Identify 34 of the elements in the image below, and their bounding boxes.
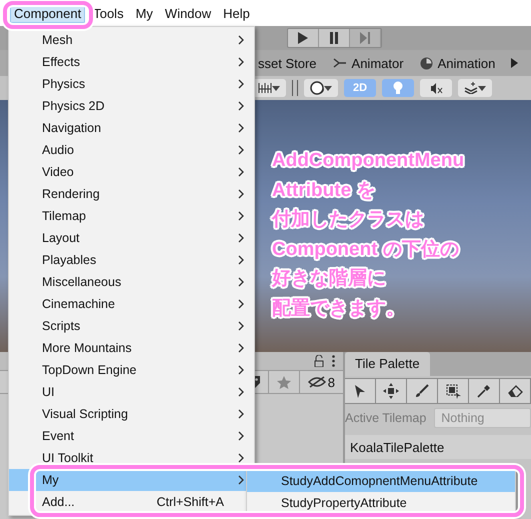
- hidden-count: 8: [328, 374, 335, 390]
- menu-item[interactable]: Audio: [9, 139, 254, 161]
- editor-tab[interactable]: sset Store: [258, 56, 317, 70]
- menu-item[interactable]: Layout: [9, 227, 254, 249]
- editor-tab[interactable]: Animation: [420, 56, 496, 70]
- menu-item[interactable]: Video: [9, 161, 254, 183]
- menu-item[interactable]: Cinemachine: [9, 293, 254, 315]
- menu-item[interactable]: StudyAddComopnentMenuAttribute: [247, 470, 515, 492]
- menu-item[interactable]: Visual Scripting: [9, 403, 254, 425]
- menu-item[interactable]: UI: [9, 381, 254, 403]
- field-label: Active Tilemap: [345, 411, 426, 425]
- tile-palette-tab[interactable]: Tile Palette: [345, 352, 430, 376]
- palette-dropdown[interactable]: KoalaTilePalette: [345, 435, 531, 459]
- menu-item[interactable]: UI Toolkit: [9, 447, 254, 469]
- annotation-text: AddComponentMenu Attribute を 付加したクラスは Component の下位の 好きな階層に 配置できます。: [272, 149, 464, 320]
- menu-bar-item[interactable]: Window: [160, 4, 216, 22]
- menu-item[interactable]: TopDown Engine: [9, 359, 254, 381]
- menu-item[interactable]: Event: [9, 425, 254, 447]
- menu-bar-item[interactable]: My: [132, 4, 157, 22]
- menu-item[interactable]: Tilemap: [9, 205, 254, 227]
- hidden-count-button[interactable]: 8: [298, 371, 343, 393]
- shortcut-label: Ctrl+Shift+A: [156, 495, 224, 509]
- editor-tab[interactable]: Animator: [332, 56, 404, 70]
- menu-item[interactable]: Scripts: [9, 315, 254, 337]
- menu-item[interactable]: Physics 2D: [9, 95, 254, 117]
- menu-bar-item[interactable]: Tools: [89, 4, 128, 22]
- menu-item[interactable]: Effects: [9, 51, 254, 73]
- menu-item[interactable]: More Mountains: [9, 337, 254, 359]
- menu-item[interactable]: Miscellaneous: [9, 271, 254, 293]
- menu-item[interactable]: Rendering: [9, 183, 254, 205]
- menu-item[interactable]: Playables: [9, 249, 254, 271]
- menu-item[interactable]: Physics: [9, 73, 254, 95]
- menu-item[interactable]: Navigation: [9, 117, 254, 139]
- menu-bar-item[interactable]: Help: [219, 4, 254, 22]
